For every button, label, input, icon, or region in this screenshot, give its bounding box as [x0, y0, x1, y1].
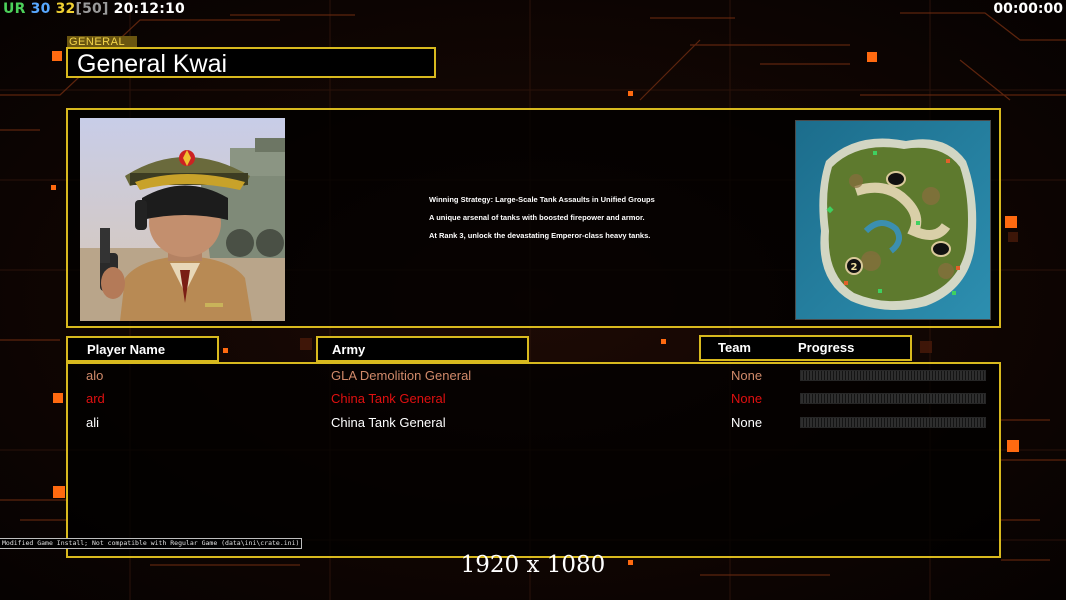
- hud-value-b: 32: [55, 1, 76, 17]
- player-team: None: [731, 368, 763, 383]
- player-team: None: [731, 415, 763, 430]
- general-portrait: [80, 118, 285, 321]
- player-progress-bar: [800, 417, 986, 428]
- strategy-text: Winning Strategy: Large-Scale Tank Assau…: [429, 195, 729, 249]
- hud-stats: UR 30 32[50] 20:12:10: [3, 1, 185, 17]
- player-row[interactable]: alo GLA Demolition General None: [68, 366, 999, 386]
- modified-install-notice: Modified Game Install; Not compatible wi…: [0, 538, 303, 549]
- map-preview: 2: [795, 120, 991, 320]
- player-row[interactable]: ali China Tank General None: [68, 413, 999, 433]
- hud-value-a: 30: [30, 1, 51, 17]
- general-title-box: General Kwai: [66, 47, 436, 78]
- player-progress-bar: [800, 393, 986, 404]
- player-army: China Tank General: [331, 391, 446, 406]
- general-name: General Kwai: [77, 50, 228, 78]
- hud-value-c: [50]: [75, 1, 109, 17]
- player-name: ali: [86, 415, 100, 430]
- player-team: None: [731, 391, 763, 406]
- header-player-name-label: Player Name: [87, 342, 166, 357]
- strategy-line-3: At Rank 3, unlock the devastating Empero…: [429, 231, 651, 240]
- player-row[interactable]: ard China Tank General None: [68, 389, 999, 409]
- player-army: GLA Demolition General: [331, 368, 472, 383]
- hud-clock: 20:12:10: [113, 1, 185, 17]
- player-progress-bar: [800, 370, 986, 381]
- players-panel: alo GLA Demolition General None ard Chin…: [66, 362, 1001, 558]
- general-info-panel: Winning Strategy: Large-Scale Tank Assau…: [66, 108, 1001, 328]
- header-army-label: Army: [332, 342, 366, 357]
- player-name: alo: [86, 368, 104, 383]
- header-army: Army: [316, 336, 529, 362]
- hud-game-timer: 00:00:00: [993, 1, 1063, 17]
- strategy-line-1: Winning Strategy: Large-Scale Tank Assau…: [429, 195, 655, 204]
- hud-ur-label: UR: [3, 1, 26, 17]
- player-name: ard: [86, 391, 105, 406]
- map-player-marker: 2: [851, 262, 858, 273]
- header-team-label: Team: [718, 340, 751, 355]
- header-progress-label: Progress: [798, 340, 855, 355]
- strategy-line-2: A unique arsenal of tanks with boosted f…: [429, 213, 645, 222]
- resolution-label: 1920 x 1080: [460, 552, 606, 578]
- header-player-name: Player Name: [66, 336, 219, 362]
- player-army: China Tank General: [331, 415, 446, 430]
- header-team-progress: Team Progress: [699, 335, 912, 361]
